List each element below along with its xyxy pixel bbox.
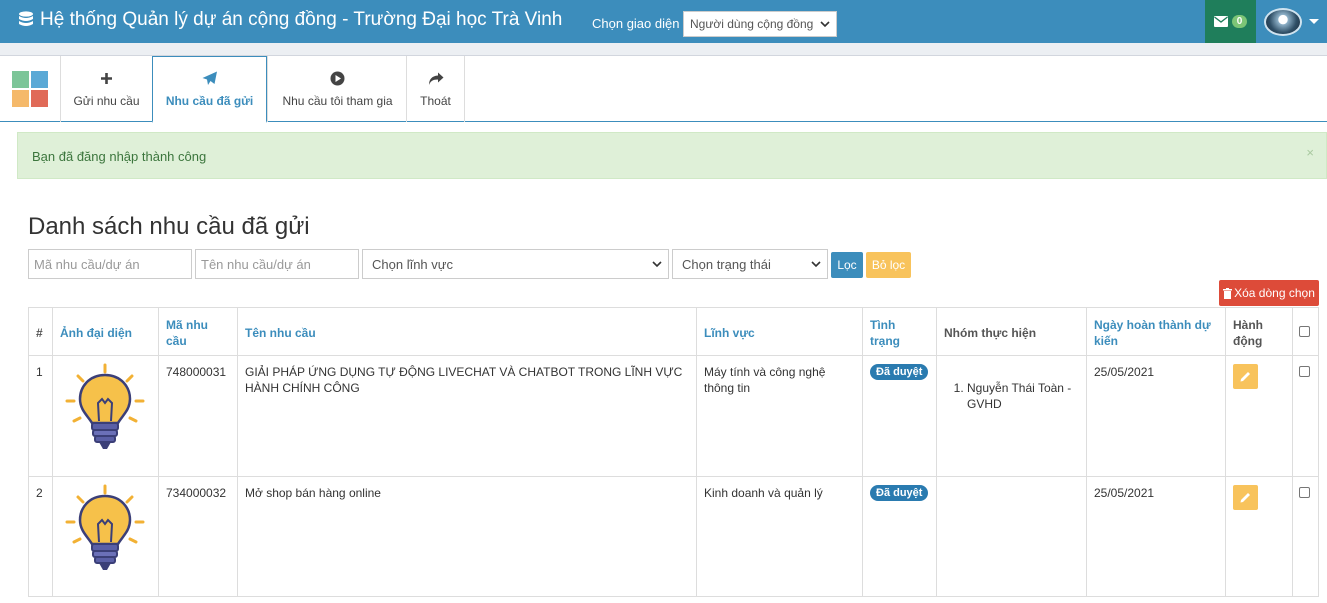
header-status[interactable]: Tình trạng [870,317,920,349]
plus-icon [101,73,112,84]
edit-button[interactable] [1233,485,1258,510]
tab-logout[interactable]: Thoát [406,56,465,122]
header-team: Nhóm thực hiện [944,326,1037,340]
row-code: 734000032 [166,486,227,500]
user-menu[interactable] [1256,0,1327,43]
tab-label: Nhu cầu tôi tham gia [282,93,393,108]
col-divider [158,308,159,596]
row-index: 2 [36,486,43,500]
app-brand[interactable]: Hệ thống Quản lý dự án cộng đồng - Trườn… [18,9,562,31]
delete-selected-label: Xóa dòng chọn [1234,286,1315,300]
success-alert: Bạn đã đăng nhập thành công × [17,132,1327,179]
database-icon [19,11,33,26]
theme-label: Chọn giao diện [592,16,680,31]
header-name[interactable]: Tên nhu cầu [245,325,316,341]
status-badge: Đã duyệt [870,364,929,380]
row-due-date: 25/05/2021 [1094,486,1155,500]
col-divider [1225,308,1226,596]
col-divider [862,308,863,596]
top-navbar: Hệ thống Quản lý dự án cộng đồng - Trườn… [0,0,1327,43]
col-divider [696,308,697,596]
tab-label: Gửi nhu cầu [73,93,140,108]
row-field: Máy tính và công nghệ thông tin [704,365,826,395]
pencil-icon [1240,372,1250,382]
row-divider [29,476,1318,477]
tab-joined-requests[interactable]: Nhu cầu tôi tham gia [267,56,407,122]
status-select[interactable]: Chọn trạng thái [672,249,828,279]
lightbulb-icon [65,484,145,570]
tab-sent-requests[interactable]: Nhu cầu đã gửi [152,56,267,123]
team-list: Nguyễn Thái Toàn - GVHD [951,380,1081,412]
app-grid-logo[interactable] [12,71,48,107]
header-due-date[interactable]: Ngày hoàn thành dự kiến [1094,317,1220,349]
chevron-down-icon [820,21,830,28]
user-avatar [1264,7,1302,36]
row-code: 748000031 [166,365,227,379]
alert-message: Bạn đã đăng nhập thành công [32,149,207,164]
share-icon [428,72,443,85]
code-filter-input[interactable]: Mã nhu cầu/dự án [28,249,192,279]
caret-down-icon [1309,19,1319,24]
tab-label: Thoát [420,93,451,108]
tab-label: Nhu cầu đã gửi [165,93,254,108]
header-divider [29,355,1318,356]
team-member: Nguyễn Thái Toàn - GVHD [967,380,1081,412]
tab-send-request[interactable]: Gửi nhu cầu [60,56,152,122]
col-divider [237,308,238,596]
name-filter-input[interactable]: Tên nhu cầu/dự án [195,249,359,279]
field-select[interactable]: Chọn lĩnh vực [362,249,669,279]
delete-selected-button[interactable]: Xóa dòng chọn [1219,280,1319,306]
trash-icon [1223,287,1233,299]
header-separator [0,43,1327,56]
message-count-badge: 0 [1231,15,1248,28]
close-icon[interactable]: × [1306,145,1314,160]
field-select-value: Chọn lĩnh vực [372,257,453,272]
col-divider [936,308,937,596]
header-action: Hành động [1233,318,1263,348]
row-due-date: 25/05/2021 [1094,365,1155,379]
chevron-down-icon [652,261,662,268]
module-toolbar: Gửi nhu cầu Nhu cầu đã gửi Nhu cầu tôi t… [0,56,1327,123]
row-checkbox[interactable] [1299,487,1310,498]
status-badge: Đã duyệt [870,485,929,501]
header-index: # [36,326,43,340]
row-index: 1 [36,365,43,379]
app-title: Hệ thống Quản lý dự án cộng đồng - Trườn… [40,9,563,30]
col-divider [52,308,53,596]
col-divider [1292,308,1293,596]
header-field[interactable]: Lĩnh vực [704,325,755,341]
row-name[interactable]: Mở shop bán hàng online [245,485,685,501]
filter-button[interactable]: Lọc [831,252,863,278]
paper-plane-icon [202,71,217,85]
row-field: Kinh doanh và quản lý [704,486,823,500]
envelope-icon [1213,16,1228,27]
clear-filter-button[interactable]: Bỏ lọc [866,252,911,278]
status-select-value: Chọn trạng thái [682,257,771,272]
header-avatar[interactable]: Ảnh đại diện [60,325,155,341]
pencil-icon [1240,493,1250,503]
select-all-checkbox[interactable] [1299,326,1310,337]
lightbulb-icon [65,363,145,449]
row-name[interactable]: GIẢI PHÁP ỨNG DỤNG TỰ ĐỘNG LIVECHAT VÀ C… [245,364,685,396]
chevron-down-icon [811,261,821,268]
edit-button[interactable] [1233,364,1258,389]
requests-table: # Ảnh đại diện Mã nhu cầu Tên nhu cầu Lĩ… [28,307,1319,597]
row-checkbox[interactable] [1299,366,1310,377]
header-code[interactable]: Mã nhu cầu [166,317,230,349]
theme-select[interactable]: Người dùng cộng đồng [683,11,837,37]
page-title: Danh sách nhu cầu đã gửi [28,213,310,240]
play-circle-icon [330,71,345,86]
col-divider [1086,308,1087,596]
theme-select-value: Người dùng cộng đồng [690,17,814,31]
messages-button[interactable]: 0 [1205,0,1256,43]
